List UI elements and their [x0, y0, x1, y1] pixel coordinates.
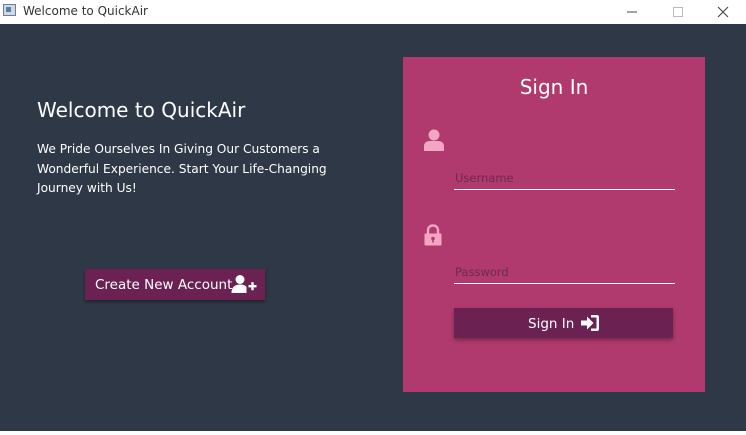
main-area: Welcome to QuickAir We Pride Ourselves I… — [0, 24, 746, 431]
sign-in-icon — [581, 315, 599, 331]
sign-in-button[interactable]: Sign In — [454, 308, 673, 338]
welcome-title: Welcome to QuickAir — [37, 98, 246, 122]
sign-in-title: Sign In — [519, 75, 589, 99]
title-bar: Welcome to QuickAir — [0, 0, 746, 23]
user-icon — [424, 129, 444, 151]
password-input[interactable] — [454, 261, 675, 284]
app-icon — [3, 4, 16, 16]
window-title: Welcome to QuickAir — [23, 4, 148, 18]
sign-in-button-label: Sign In — [528, 316, 575, 332]
add-user-icon — [231, 275, 257, 293]
username-input[interactable] — [454, 167, 675, 190]
window-bottom-edge — [0, 431, 746, 435]
minimize-icon — [627, 11, 637, 13]
minimize-button[interactable] — [609, 0, 655, 23]
close-button[interactable] — [700, 0, 746, 23]
create-account-button[interactable]: Create New Account — [85, 269, 265, 300]
sign-in-panel: Sign In Sign In — [403, 57, 705, 392]
create-account-label: Create New Account — [95, 277, 233, 293]
welcome-text: We Pride Ourselves In Giving Our Custome… — [37, 142, 327, 195]
maximize-button[interactable] — [655, 0, 701, 23]
close-icon — [717, 6, 729, 18]
maximize-icon — [673, 7, 683, 17]
lock-icon — [424, 224, 442, 246]
